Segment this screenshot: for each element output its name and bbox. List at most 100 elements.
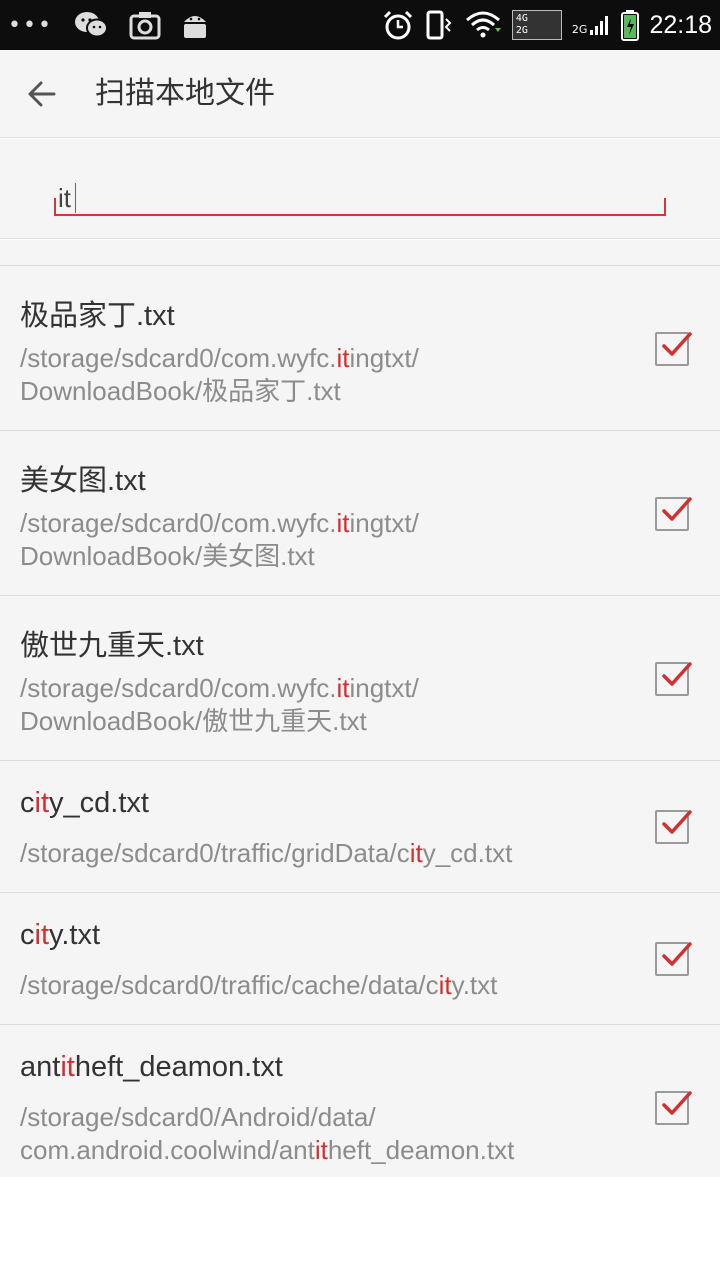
- file-name-text: heft_deamon.txt: [74, 1051, 283, 1083]
- file-name: 极品家丁.txt: [20, 292, 175, 334]
- file-path-text: /storage/sdcard0/traffic/cache/data/c: [20, 970, 439, 1000]
- file-name-text: 傲世九重天.txt: [20, 630, 204, 662]
- file-path: /storage/sdcard0/com.wyfc.itingtxt/Downl…: [20, 672, 640, 738]
- clock-time: 22:18: [649, 10, 712, 39]
- checkmark-icon: [662, 497, 692, 521]
- file-name-text: c: [20, 787, 35, 819]
- checkmark-icon: [662, 810, 692, 834]
- file-path: /storage/sdcard0/Android/data/com.androi…: [20, 1101, 640, 1167]
- file-path-text: /storage/sdcard0/com.wyfc.: [20, 343, 337, 373]
- file-path-text: /storage/sdcard0/com.wyfc.: [20, 673, 337, 703]
- wechat-icon: [73, 9, 109, 41]
- android-icon: [181, 10, 209, 40]
- checkmark-icon: [662, 332, 692, 356]
- file-path-line: DownloadBook/美女图.txt: [20, 540, 640, 573]
- network-4g-label: 4G: [515, 13, 528, 24]
- vibrate-icon: [424, 9, 454, 41]
- file-name: antitheft_deamon.txt: [20, 1051, 283, 1084]
- file-path: /storage/sdcard0/traffic/cache/data/city…: [20, 969, 640, 1002]
- file-path-text: /storage/sdcard0/Android/data/: [20, 1102, 376, 1132]
- file-path-text: ingtxt/: [349, 673, 419, 703]
- checkmark-icon: [662, 1091, 692, 1115]
- file-name: city.txt: [20, 919, 100, 952]
- file-name-text: 美女图.txt: [20, 465, 146, 497]
- file-path-line: /storage/sdcard0/com.wyfc.itingtxt/: [20, 342, 640, 375]
- file-name: 傲世九重天.txt: [20, 622, 204, 664]
- file-path: /storage/sdcard0/traffic/gridData/city_c…: [20, 837, 640, 870]
- file-path-text: com.android.coolwind/ant: [20, 1135, 315, 1165]
- screen: ••• 4G 2G 2G 22:18 扫描本地文件 it 极品家丁.txt /s…: [0, 0, 720, 1280]
- file-path-line: /storage/sdcard0/Android/data/: [20, 1101, 640, 1134]
- file-path: /storage/sdcard0/com.wyfc.itingtxt/Downl…: [20, 342, 640, 408]
- file-path-text: /storage/sdcard0/traffic/gridData/c: [20, 838, 410, 868]
- search-match-highlight: it: [409, 838, 423, 868]
- file-path-text: y.txt: [451, 970, 498, 1000]
- file-list-item[interactable]: city.txt/storage/sdcard0/traffic/cache/d…: [0, 893, 720, 1025]
- search-match-highlight: it: [314, 1135, 328, 1165]
- file-path-text: /storage/sdcard0/com.wyfc.: [20, 508, 337, 538]
- file-name: 美女图.txt: [20, 457, 146, 499]
- status-bar-right: 4G 2G 2G 22:18: [382, 0, 712, 50]
- file-path-text: ingtxt/: [349, 343, 419, 373]
- alarm-icon: [382, 9, 414, 41]
- checkmark-icon: [662, 662, 692, 686]
- file-path-line: DownloadBook/傲世九重天.txt: [20, 705, 640, 738]
- arrow-left-icon: [28, 81, 56, 107]
- file-path-line: /storage/sdcard0/traffic/gridData/city_c…: [20, 837, 640, 870]
- empty-area: [0, 1177, 720, 1280]
- select-checkbox[interactable]: [655, 1091, 692, 1125]
- signal-icon: 2G: [572, 14, 612, 36]
- search-match-highlight: it: [60, 1051, 75, 1083]
- search-match-highlight: it: [336, 343, 350, 373]
- file-path-text: DownloadBook/傲世九重天.txt: [20, 706, 367, 736]
- file-path-text: DownloadBook/美女图.txt: [20, 541, 315, 571]
- network-2g-label: 2G: [515, 25, 528, 36]
- file-path-line: /storage/sdcard0/traffic/cache/data/city…: [20, 969, 640, 1002]
- select-checkbox[interactable]: [655, 662, 692, 696]
- wifi-icon: [464, 10, 502, 40]
- battery-icon: [621, 9, 640, 41]
- file-path-text: ingtxt/: [349, 508, 419, 538]
- search-match-highlight: it: [336, 508, 350, 538]
- app-bar: 扫描本地文件: [0, 50, 720, 138]
- file-path-text: DownloadBook/极品家丁.txt: [20, 376, 341, 406]
- select-checkbox[interactable]: [655, 332, 692, 366]
- network-4g-2g-icon: 4G 2G: [511, 10, 562, 40]
- more-notifications-icon: •••: [8, 12, 53, 38]
- file-name-text: c: [20, 919, 35, 951]
- select-checkbox[interactable]: [655, 497, 692, 531]
- signal-2g-label: 2G: [571, 23, 588, 36]
- file-path-line: DownloadBook/极品家丁.txt: [20, 375, 640, 408]
- select-checkbox[interactable]: [655, 810, 692, 844]
- file-path-line: /storage/sdcard0/com.wyfc.itingtxt/: [20, 672, 640, 705]
- search-match-highlight: it: [438, 970, 452, 1000]
- search-input-underline: [54, 198, 666, 216]
- file-path-text: heft_deamon.txt: [327, 1135, 515, 1165]
- search-match-highlight: it: [34, 919, 50, 951]
- page-title: 扫描本地文件: [95, 76, 275, 111]
- search-match-highlight: it: [34, 787, 50, 819]
- checkmark-icon: [662, 942, 692, 966]
- file-path-line: /storage/sdcard0/com.wyfc.itingtxt/: [20, 507, 640, 540]
- file-list-item[interactable]: city_cd.txt/storage/sdcard0/traffic/grid…: [0, 761, 720, 893]
- search-area: [0, 139, 720, 239]
- file-path-text: y_cd.txt: [422, 838, 513, 868]
- file-list-item[interactable]: 美女图.txt/storage/sdcard0/com.wyfc.itingtx…: [0, 431, 720, 596]
- file-name-text: y_cd.txt: [49, 787, 149, 819]
- file-name-text: 极品家丁.txt: [20, 300, 175, 332]
- status-bar-left: •••: [8, 0, 209, 50]
- file-list-item[interactable]: antitheft_deamon.txt/storage/sdcard0/And…: [0, 1025, 720, 1190]
- file-path-line: com.android.coolwind/antitheft_deamon.tx…: [20, 1134, 640, 1167]
- file-list-item[interactable]: 极品家丁.txt/storage/sdcard0/com.wyfc.itingt…: [0, 266, 720, 431]
- camera-icon: [129, 10, 161, 40]
- file-name-text: ant: [20, 1051, 61, 1083]
- back-button[interactable]: [18, 70, 66, 118]
- file-list-item[interactable]: 傲世九重天.txt/storage/sdcard0/com.wyfc.iting…: [0, 596, 720, 761]
- status-bar: ••• 4G 2G 2G 22:18: [0, 0, 720, 50]
- file-path: /storage/sdcard0/com.wyfc.itingtxt/Downl…: [20, 507, 640, 573]
- clipped-list-item: [0, 240, 720, 266]
- file-list: 极品家丁.txt/storage/sdcard0/com.wyfc.itingt…: [0, 266, 720, 1190]
- search-match-highlight: it: [336, 673, 350, 703]
- file-name: city_cd.txt: [20, 787, 149, 820]
- select-checkbox[interactable]: [655, 942, 692, 976]
